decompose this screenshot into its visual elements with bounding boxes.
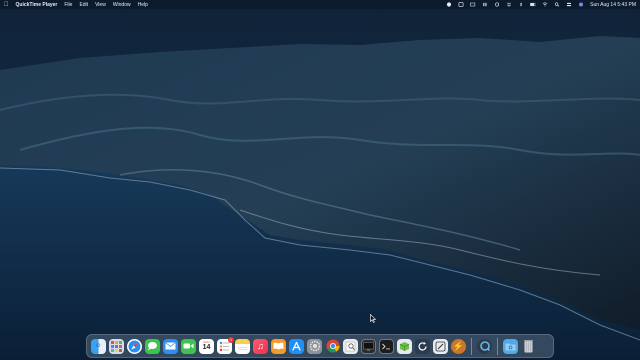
dock-finder[interactable]: ☺ — [91, 338, 106, 354]
dock-trash[interactable] — [521, 339, 536, 354]
dock-app-store[interactable] — [289, 338, 304, 354]
dock-terminal-dark[interactable] — [361, 338, 376, 354]
dock-safari[interactable] — [127, 338, 142, 354]
dock-messages[interactable] — [145, 338, 160, 354]
menu-file[interactable]: File — [64, 2, 72, 8]
dock-music[interactable]: ♫ — [253, 338, 268, 354]
status-battery-menu-icon[interactable] — [470, 2, 476, 7]
mouse-cursor-icon — [370, 314, 376, 323]
menu-window[interactable]: Window — [113, 2, 131, 8]
launchpad-icon — [111, 340, 122, 352]
desktop-wallpaper — [0, 0, 640, 360]
dock-mail[interactable] — [163, 338, 178, 354]
control-center-icon[interactable] — [566, 2, 572, 7]
dock-script-editor[interactable] — [397, 338, 412, 354]
status-record-icon[interactable] — [494, 2, 500, 7]
dock-preview[interactable] — [343, 338, 358, 354]
siri-icon[interactable] — [578, 2, 584, 7]
dock: ☺ AUG 14 1 ♫ ⚡ — [86, 334, 554, 358]
quicktime-icon — [479, 341, 490, 352]
refresh-icon — [418, 341, 427, 350]
folder-icon — [505, 343, 516, 350]
battery-icon[interactable] — [530, 2, 536, 7]
dock-notes[interactable] — [235, 338, 250, 354]
safari-compass-icon — [128, 340, 141, 352]
music-note-icon: ♫ — [257, 341, 264, 351]
books-open-book-icon — [273, 342, 284, 350]
dock-terminal[interactable] — [379, 338, 394, 354]
dock-outline-app[interactable] — [433, 338, 448, 354]
dock-downloads-folder[interactable] — [503, 338, 518, 354]
status-pause-icon[interactable] — [482, 2, 488, 7]
status-dropbox-icon[interactable] — [506, 2, 512, 7]
box-cube-icon — [399, 341, 410, 351]
apple-menu-icon[interactable]:  — [4, 2, 9, 8]
dock-separator — [497, 337, 498, 355]
menubar-clock[interactable]: Sun Aug 14 5:43 PM — [590, 2, 636, 8]
mail-envelope-icon — [165, 342, 176, 350]
chrome-icon — [326, 339, 339, 353]
finder-icon: ☺ — [95, 343, 102, 349]
dock-refresh-app[interactable] — [415, 338, 430, 354]
reminders-badge: 1 — [228, 336, 234, 343]
dock-launchpad[interactable] — [109, 338, 124, 354]
app-menu-quicktime[interactable]: QuickTime Player — [16, 2, 58, 8]
trash-icon — [524, 340, 533, 353]
monitor-icon — [363, 341, 374, 350]
status-app-icon[interactable] — [458, 2, 464, 7]
dock-chrome[interactable] — [325, 339, 340, 354]
dock-lightning-app[interactable]: ⚡ — [451, 338, 466, 354]
dock-reminders[interactable]: 1 — [217, 336, 234, 354]
messages-bubble-icon — [148, 342, 157, 351]
dock-quicktime-player[interactable] — [477, 338, 492, 354]
facetime-camera-icon — [183, 343, 194, 349]
status-circle-icon[interactable] — [446, 2, 452, 7]
lightning-icon: ⚡ — [452, 340, 465, 351]
menu-help[interactable]: Help — [138, 2, 148, 8]
dock-system-preferences[interactable] — [307, 338, 322, 354]
menu-view[interactable]: View — [95, 2, 106, 8]
gear-icon — [309, 340, 320, 352]
app-store-a-icon — [292, 341, 301, 351]
dock-facetime[interactable] — [181, 338, 196, 354]
wifi-icon[interactable] — [542, 2, 548, 7]
dock-separator — [471, 337, 472, 355]
pen-square-icon — [435, 341, 446, 351]
menu-edit[interactable]: Edit — [79, 2, 88, 8]
preview-photo-icon — [345, 341, 356, 351]
terminal-icon — [382, 343, 390, 349]
status-bluetooth-icon[interactable] — [518, 2, 524, 7]
dock-books[interactable] — [271, 338, 286, 354]
dock-calendar[interactable]: AUG 14 — [199, 338, 214, 354]
calendar-day-label: 14 — [202, 343, 211, 351]
menu-bar:  QuickTime Player File Edit View Window… — [0, 0, 640, 9]
search-icon[interactable] — [554, 2, 560, 7]
notes-lines-icon — [238, 346, 247, 350]
